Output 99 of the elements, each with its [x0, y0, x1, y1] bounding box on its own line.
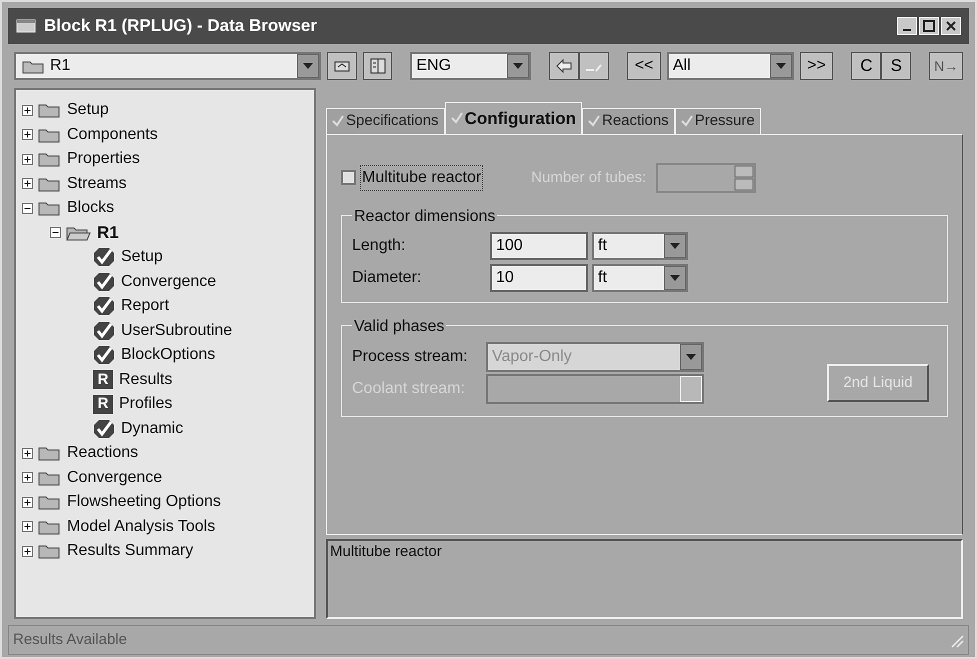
- previous-button[interactable]: <<: [627, 52, 661, 80]
- tab[interactable]: Reactions: [582, 108, 675, 134]
- check-badge-icon: [93, 296, 115, 316]
- caret-icon: [302, 63, 313, 69]
- toolbar-button[interactable]: S: [881, 52, 912, 80]
- units-select[interactable]: ENG: [410, 52, 532, 80]
- maximize-button[interactable]: [919, 17, 939, 35]
- check-icon: [588, 115, 600, 128]
- units-value: ENG: [416, 56, 452, 76]
- expand-icon[interactable]: [22, 154, 33, 165]
- expand-icon[interactable]: [22, 546, 33, 557]
- filter-value: All: [672, 56, 692, 76]
- caret-icon: [670, 274, 680, 281]
- tree-item[interactable]: Blocks: [67, 196, 114, 220]
- spin-field[interactable]: [656, 162, 756, 193]
- forward-button[interactable]: [579, 52, 610, 80]
- tree-item[interactable]: Reactions: [67, 441, 138, 466]
- caret-icon: [513, 63, 524, 69]
- close-button[interactable]: [941, 17, 961, 35]
- collapse-icon[interactable]: [50, 227, 61, 238]
- up-folder-button[interactable]: [326, 52, 357, 80]
- results-badge-icon: R: [93, 370, 113, 390]
- tree-item[interactable]: Profiles: [119, 392, 172, 416]
- tree-item[interactable]: Convergence: [121, 270, 216, 294]
- status-text: Results Available: [13, 630, 127, 650]
- unit-select[interactable]: ft: [592, 232, 688, 260]
- unit-select[interactable]: ft: [592, 264, 688, 292]
- minimize-button[interactable]: [897, 17, 917, 35]
- tree-item[interactable]: Report: [121, 294, 170, 318]
- block-select-value: R1: [50, 56, 72, 76]
- tree-item[interactable]: Results Summary: [67, 539, 194, 564]
- check-badge-icon: [93, 247, 115, 268]
- dropdown-button[interactable]: [507, 54, 530, 78]
- filter-select[interactable]: All: [666, 52, 794, 80]
- field-label: Length:: [352, 236, 406, 256]
- tree-item[interactable]: Model Analysis Tools: [67, 514, 216, 539]
- toolbar-button[interactable]: C: [851, 52, 882, 80]
- tab[interactable]: Pressure: [674, 108, 761, 134]
- caret-icon: [670, 242, 680, 249]
- tree-item[interactable]: Setup: [67, 98, 109, 122]
- expand-icon[interactable]: [22, 104, 33, 116]
- checkbox[interactable]: [341, 170, 356, 186]
- tree-item[interactable]: Dynamic: [121, 416, 184, 441]
- expand-icon[interactable]: [22, 448, 33, 459]
- dropdown-button[interactable]: [664, 266, 686, 290]
- dropdown-button[interactable]: [680, 344, 702, 370]
- tree-item[interactable]: BlockOptions: [121, 343, 216, 368]
- tree-item[interactable]: R1: [97, 220, 119, 246]
- expand-icon[interactable]: [22, 129, 33, 140]
- window-title: Block R1 (RPLUG) - Data Browser: [44, 15, 318, 38]
- description-box: Multitube reactor: [326, 539, 963, 620]
- back-button[interactable]: [549, 52, 580, 80]
- check-badge-icon: [93, 418, 115, 439]
- minimize-icon: [903, 29, 911, 31]
- results-badge-icon: R: [93, 394, 113, 414]
- dropdown-button[interactable]: [296, 54, 319, 78]
- checkbox-label: Multitube reactor: [360, 164, 484, 191]
- tab[interactable]: Specifications: [326, 108, 445, 134]
- split-view-icon: [368, 57, 387, 75]
- tree-item[interactable]: Properties: [67, 147, 140, 172]
- next-button[interactable]: >>: [800, 52, 834, 80]
- close-icon: [946, 21, 956, 31]
- check-badge-icon: [93, 345, 115, 366]
- tab[interactable]: Configuration: [444, 102, 582, 134]
- expand-icon[interactable]: [22, 178, 33, 190]
- input-field[interactable]: 100: [490, 232, 588, 260]
- check-icon: [332, 115, 344, 128]
- unit-value: ft: [598, 236, 608, 256]
- expand-icon[interactable]: [22, 472, 33, 484]
- expand-icon[interactable]: [22, 521, 33, 532]
- tree-item[interactable]: Streams: [67, 172, 127, 196]
- back-icon: [555, 57, 574, 75]
- field-label: Process stream:: [352, 346, 469, 367]
- window-icon: [16, 18, 36, 34]
- block-select[interactable]: R1: [14, 52, 321, 80]
- tree-item[interactable]: Components: [67, 122, 158, 147]
- tree-item[interactable]: Convergence: [67, 466, 162, 490]
- unit-value: ft: [598, 268, 608, 288]
- collapse-icon[interactable]: [22, 202, 33, 214]
- check-icon: [680, 115, 693, 128]
- tree-item[interactable]: Results: [119, 368, 172, 392]
- dropdown-button[interactable]: [664, 234, 686, 258]
- tree-item[interactable]: UserSubroutine: [121, 318, 232, 343]
- next-input-button[interactable]: N→: [929, 52, 964, 80]
- check-icon: [450, 112, 463, 124]
- check-badge-icon: [93, 320, 115, 341]
- caret-icon: [776, 63, 786, 69]
- dropdown-button[interactable]: [770, 54, 792, 78]
- select-value: Vapor-Only: [492, 346, 573, 367]
- tree-item[interactable]: Setup: [121, 245, 163, 270]
- expand-icon[interactable]: [22, 496, 33, 508]
- spinner-icon: [734, 164, 754, 191]
- maximize-icon: [923, 20, 935, 32]
- split-view-button[interactable]: [362, 52, 392, 80]
- check-badge-icon: [93, 272, 115, 292]
- caret-icon: [686, 354, 696, 360]
- field-label: Diameter:: [352, 268, 422, 288]
- input-field[interactable]: 10: [490, 264, 588, 292]
- tree-item[interactable]: Flowsheeting Options: [67, 490, 221, 514]
